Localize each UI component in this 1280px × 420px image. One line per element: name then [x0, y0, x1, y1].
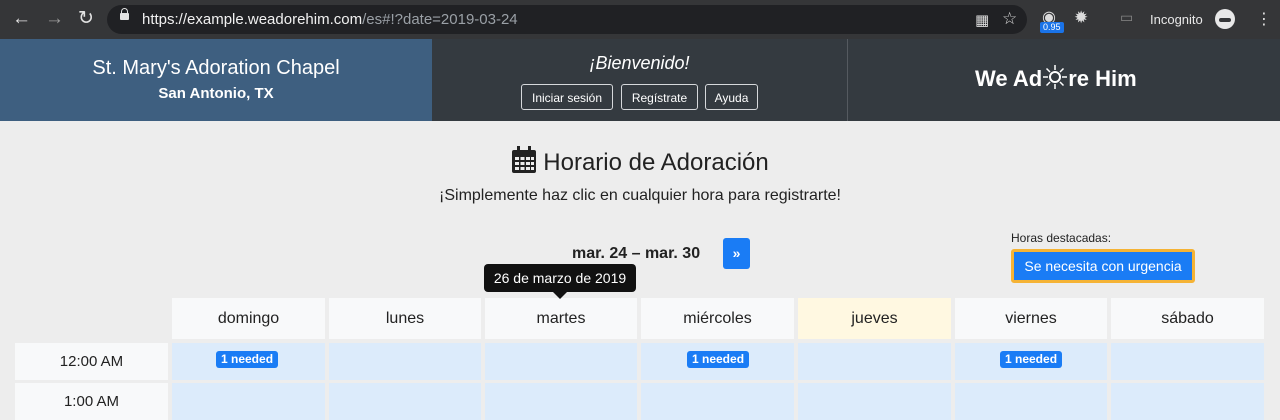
chapel-city: San Antonio, TX — [158, 85, 274, 102]
incognito-label: Incognito — [1150, 12, 1203, 27]
page-subtitle: ¡Simplemente haz clic en cualquier hora … — [439, 187, 841, 204]
time-slot[interactable] — [798, 343, 951, 380]
time-slot[interactable] — [1111, 383, 1264, 420]
date-tooltip: 26 de marzo de 2019 — [484, 264, 636, 299]
page-title-text: Horario de Adoración — [543, 149, 769, 176]
lock-icon — [120, 8, 129, 20]
url-text[interactable]: https://example.weadorehim.com/es#!?date… — [142, 11, 518, 28]
day-header-sunday: domingo — [172, 298, 325, 339]
chapel-banner: St. Mary's Adoration Chapel San Antonio,… — [0, 39, 432, 121]
logo-text-end: re Him — [1068, 66, 1137, 91]
time-slot[interactable] — [1111, 343, 1264, 380]
incognito-icon[interactable] — [1215, 9, 1235, 29]
forward-arrow-icon[interactable]: → — [45, 8, 64, 30]
needed-badge: 1 needed — [1000, 351, 1063, 368]
chapel-name: St. Mary's Adoration Chapel — [92, 57, 340, 79]
week-range: mar. 24 – mar. 30 — [572, 245, 701, 262]
gear-extension-icon[interactable]: ✹ — [1074, 8, 1088, 28]
browser-toolbar: ← → ↻ https://example.weadorehim.com/es#… — [0, 0, 1280, 39]
needed-badge: 1 needed — [687, 351, 750, 368]
time-slot[interactable]: 1 needed — [955, 343, 1107, 380]
calendar-icon — [512, 146, 537, 173]
time-slot[interactable] — [641, 383, 794, 420]
site-header: St. Mary's Adoration Chapel San Antonio,… — [0, 39, 1280, 121]
site-logo[interactable]: We Ad re Him — [975, 64, 1137, 92]
day-header-monday: lunes — [329, 298, 481, 339]
time-slot[interactable] — [798, 383, 951, 420]
cast-icon[interactable]: ▭ — [1120, 9, 1133, 26]
time-slot[interactable]: 1 needed — [641, 343, 794, 380]
day-header-thursday: jueves — [798, 298, 951, 339]
day-header-wednesday: miércoles — [641, 298, 794, 339]
time-slot[interactable] — [172, 383, 325, 420]
reload-icon[interactable]: ↻ — [78, 8, 94, 30]
welcome-text: ¡Bienvenido! — [589, 53, 690, 73]
time-label: 1:00 AM — [15, 383, 168, 420]
time-slot[interactable]: 1 needed — [172, 343, 325, 380]
account-panel: ¡Bienvenido! Iniciar sesión Regístrate A… — [432, 39, 848, 121]
logo-text-start: We Ad — [975, 66, 1043, 91]
day-header-saturday: sábado — [1111, 298, 1264, 339]
more-menu-icon[interactable]: ⋮ — [1256, 9, 1272, 29]
page-title: Horario de Adoración — [0, 146, 1280, 177]
url-path: /es#!?date=2019-03-24 — [362, 11, 518, 28]
time-slot[interactable] — [485, 383, 637, 420]
time-slot[interactable] — [329, 383, 481, 420]
urgent-highlight-button[interactable]: Se necesita con urgencia — [1011, 249, 1195, 283]
bookmark-star-icon[interactable]: ☆ — [1002, 9, 1017, 29]
translate-icon[interactable]: ▦ — [975, 11, 989, 29]
register-button[interactable]: Regístrate — [621, 84, 698, 110]
back-arrow-icon[interactable]: ← — [12, 8, 31, 30]
next-week-button[interactable]: » — [723, 238, 750, 269]
url-host: https://example.weadorehim.com — [142, 11, 363, 28]
sun-logo-icon — [1043, 65, 1068, 89]
needed-badge: 1 needed — [216, 351, 279, 368]
highlight-label: Horas destacadas: — [1011, 231, 1112, 245]
brand-panel: We Ad re Him — [848, 39, 1280, 121]
time-slot[interactable] — [955, 383, 1107, 420]
address-bar[interactable]: https://example.weadorehim.com/es#!?date… — [107, 5, 1027, 34]
login-button[interactable]: Iniciar sesión — [521, 84, 613, 110]
time-slot[interactable] — [485, 343, 637, 380]
time-label: 12:00 AM — [15, 343, 168, 380]
extension-badge: 0.95 — [1040, 22, 1064, 33]
day-header-tuesday: martes — [485, 298, 637, 339]
time-slot[interactable] — [329, 343, 481, 380]
day-header-friday: viernes — [955, 298, 1107, 339]
help-button[interactable]: Ayuda — [705, 84, 758, 110]
